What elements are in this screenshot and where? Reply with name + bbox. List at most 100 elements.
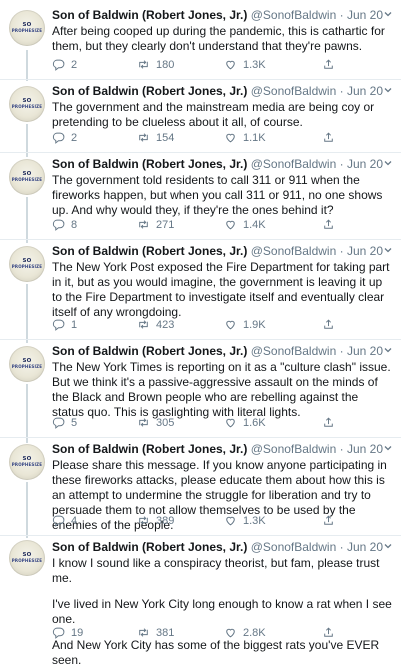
chevron-down-icon[interactable] — [383, 245, 393, 255]
chevron-down-icon[interactable] — [383, 541, 393, 551]
reply-button[interactable]: 2 — [52, 131, 77, 144]
like-button[interactable]: 1.3K — [224, 58, 266, 71]
tweet-date[interactable]: Jun 20 — [347, 8, 383, 22]
user-handle[interactable]: @SonofBaldwin — [251, 442, 337, 456]
reply-button[interactable]: 2 — [52, 58, 77, 71]
reply-button[interactable]: 5 — [52, 416, 77, 429]
share-button[interactable] — [322, 131, 335, 144]
thread-connector-line — [26, 197, 28, 243]
retweet-button[interactable]: 389 — [137, 514, 174, 527]
reply-icon — [52, 417, 65, 429]
tweet-text: The government and the mainstream media … — [52, 100, 375, 129]
user-handle[interactable]: @SonofBaldwin — [251, 244, 337, 258]
like-button[interactable]: 1.1K — [224, 131, 266, 144]
share-button[interactable] — [322, 218, 335, 231]
avatar[interactable]: SO PROPHESIZE — [9, 246, 45, 282]
chevron-down-icon[interactable] — [383, 443, 393, 453]
reply-count: 8 — [71, 218, 78, 231]
avatar[interactable]: SO PROPHESIZE — [9, 444, 45, 480]
chevron-down-icon[interactable] — [383, 345, 393, 355]
like-count: 1.1K — [243, 131, 266, 144]
avatar[interactable]: SO PROPHESIZE — [9, 540, 45, 576]
share-button[interactable] — [322, 58, 335, 71]
display-name[interactable]: Son of Baldwin (Robert Jones, Jr.) — [52, 344, 247, 358]
chevron-down-icon[interactable] — [383, 9, 393, 19]
share-button[interactable] — [322, 318, 335, 331]
tweet-date[interactable]: Jun 20 — [347, 84, 383, 98]
retweet-button[interactable]: 423 — [137, 318, 174, 331]
like-button[interactable]: 1.3K — [224, 514, 266, 527]
reply-count: 1 — [71, 318, 78, 331]
reply-count: 19 — [71, 626, 84, 639]
heart-icon — [226, 418, 235, 428]
retweet-button[interactable]: 154 — [137, 131, 174, 144]
retweet-button[interactable]: 180 — [137, 58, 174, 71]
avatar[interactable]: SO PROPHESIZE — [9, 159, 45, 195]
reply-button[interactable]: 1 — [52, 318, 77, 331]
avatar[interactable]: SO PROPHESIZE — [9, 346, 45, 382]
tweet-text: After being cooped up during the pandemi… — [52, 24, 385, 53]
share-button[interactable] — [322, 514, 335, 527]
like-count: 1.9K — [243, 318, 266, 331]
retweet-button[interactable]: 305 — [137, 416, 174, 429]
display-name[interactable]: Son of Baldwin (Robert Jones, Jr.) — [52, 157, 247, 171]
share-icon — [324, 219, 333, 229]
display-name[interactable]: Son of Baldwin (Robert Jones, Jr.) — [52, 84, 247, 98]
share-icon — [324, 319, 333, 329]
tweet-date[interactable]: Jun 20 — [347, 344, 383, 358]
reply-button[interactable]: 8 — [52, 218, 77, 231]
divider — [0, 437, 401, 438]
tweet-date[interactable]: Jun 20 — [347, 244, 383, 258]
chevron-down-icon[interactable] — [383, 158, 393, 168]
tweet-date[interactable]: Jun 20 — [347, 442, 383, 456]
divider — [0, 239, 401, 240]
like-count: 1.4K — [243, 218, 266, 231]
share-button[interactable] — [322, 626, 335, 639]
reply-button[interactable]: 19 — [52, 626, 83, 639]
tweet-header: Son of Baldwin (Robert Jones, Jr.) @Sono… — [52, 157, 383, 171]
tweet-header: Son of Baldwin (Robert Jones, Jr.) @Sono… — [52, 442, 383, 456]
thread-connector-line — [26, 384, 28, 443]
retweet-count: 423 — [156, 318, 175, 331]
tweet-actions: 1 423 1.9K — [52, 318, 352, 332]
display-name[interactable]: Son of Baldwin (Robert Jones, Jr.) — [52, 8, 247, 22]
retweet-icon — [139, 516, 148, 525]
reply-icon — [52, 132, 65, 144]
like-count: 2.8K — [243, 626, 266, 639]
chevron-down-icon[interactable] — [383, 85, 393, 95]
like-button[interactable]: 1.6K — [224, 416, 266, 429]
user-handle[interactable]: @SonofBaldwin — [251, 540, 337, 554]
like-button[interactable]: 1.9K — [224, 318, 266, 331]
user-handle[interactable]: @SonofBaldwin — [251, 344, 337, 358]
thread-connector-line — [26, 284, 28, 343]
divider — [0, 152, 401, 153]
avatar[interactable]: SO PROPHESIZE — [9, 10, 45, 46]
tweet-text: The government told residents to call 31… — [52, 173, 383, 217]
retweet-count: 305 — [156, 416, 175, 429]
user-handle[interactable]: @SonofBaldwin — [251, 157, 337, 171]
retweet-button[interactable]: 381 — [137, 626, 174, 639]
reply-icon — [52, 219, 65, 231]
retweet-icon — [139, 320, 148, 329]
display-name[interactable]: Son of Baldwin (Robert Jones, Jr.) — [52, 442, 247, 456]
thread-connector-line — [26, 50, 28, 81]
user-handle[interactable]: @SonofBaldwin — [251, 84, 337, 98]
display-name[interactable]: Son of Baldwin (Robert Jones, Jr.) — [52, 540, 247, 554]
share-icon — [324, 132, 333, 142]
retweet-button[interactable]: 271 — [137, 218, 174, 231]
heart-icon — [226, 320, 235, 330]
tweet-date[interactable]: Jun 20 — [347, 157, 383, 171]
tweet-text: The New York Times is reporting on it as… — [52, 360, 391, 419]
reply-button[interactable]: 4 — [52, 514, 77, 527]
like-button[interactable]: 1.4K — [224, 218, 266, 231]
display-name[interactable]: Son of Baldwin (Robert Jones, Jr.) — [52, 244, 247, 258]
divider — [0, 339, 401, 340]
avatar[interactable]: SO PROPHESIZE — [9, 86, 45, 122]
tweet-date[interactable]: Jun 20 — [347, 540, 383, 554]
like-button[interactable]: 2.8K — [224, 626, 266, 639]
user-handle[interactable]: @SonofBaldwin — [251, 8, 337, 22]
retweet-icon — [139, 60, 148, 69]
retweet-count: 389 — [156, 514, 175, 527]
reply-icon — [52, 59, 65, 71]
share-button[interactable] — [322, 416, 335, 429]
